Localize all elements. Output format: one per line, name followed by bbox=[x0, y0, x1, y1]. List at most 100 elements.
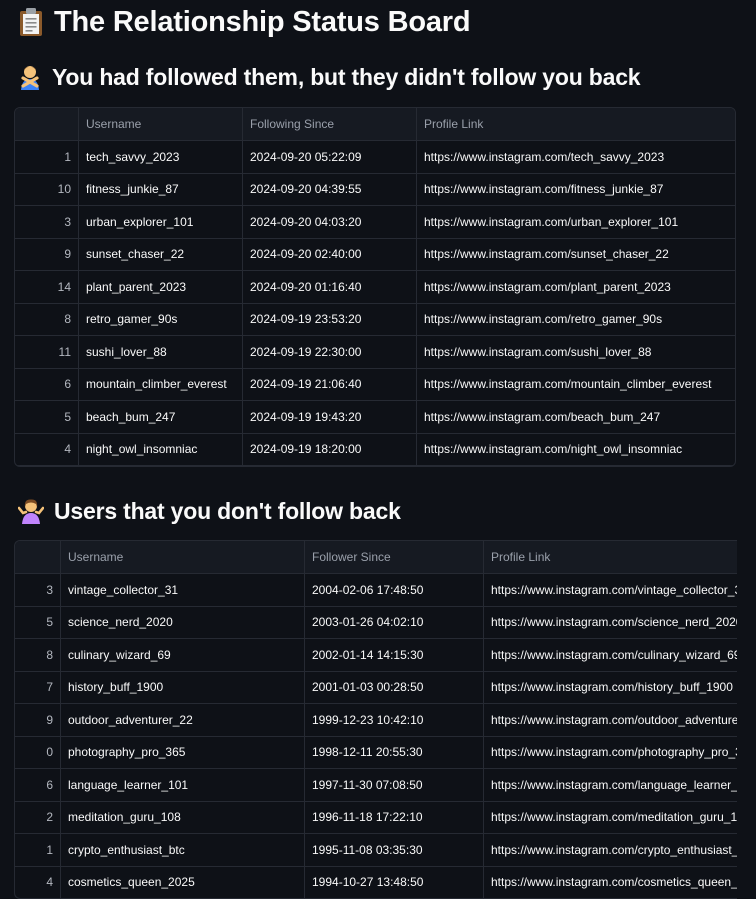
date-cell[interactable]: 2024-09-20 05:22:09 bbox=[243, 141, 417, 173]
username-cell[interactable]: urban_explorer_101 bbox=[79, 206, 243, 238]
table-row[interactable]: 14plant_parent_20232024-09-20 01:16:40ht… bbox=[15, 271, 735, 304]
column-header-index bbox=[15, 108, 79, 140]
date-cell[interactable]: 2001-01-03 00:28:50 bbox=[305, 672, 484, 704]
row-index: 6 bbox=[15, 369, 79, 401]
username-cell[interactable]: photography_pro_365 bbox=[61, 737, 305, 769]
username-cell[interactable]: beach_bum_247 bbox=[79, 401, 243, 433]
date-cell[interactable]: 2024-09-20 04:39:55 bbox=[243, 174, 417, 206]
not-followed-back-table[interactable]: Username Follower Since Profile Link 3vi… bbox=[14, 540, 737, 899]
profile-link-cell[interactable]: https://www.instagram.com/urban_explorer… bbox=[417, 206, 735, 238]
table-row[interactable]: 8culinary_wizard_692002-01-14 14:15:30ht… bbox=[15, 639, 737, 672]
table-row[interactable]: 6language_learner_1011997-11-30 07:08:50… bbox=[15, 769, 737, 802]
profile-link-cell[interactable]: https://www.instagram.com/sushi_lover_88 bbox=[417, 336, 735, 368]
table-row[interactable]: 5science_nerd_20202003-01-26 04:02:10htt… bbox=[15, 607, 737, 640]
date-cell[interactable]: 2024-09-20 04:03:20 bbox=[243, 206, 417, 238]
date-cell[interactable]: 1996-11-18 17:22:10 bbox=[305, 802, 484, 834]
table-row[interactable]: 8retro_gamer_90s2024-09-19 23:53:20https… bbox=[15, 304, 735, 337]
username-cell[interactable]: science_nerd_2020 bbox=[61, 607, 305, 639]
date-cell[interactable]: 2024-09-19 21:06:40 bbox=[243, 369, 417, 401]
row-index: 10 bbox=[15, 174, 79, 206]
column-header-username[interactable]: Username bbox=[79, 108, 243, 140]
profile-link-cell[interactable]: https://www.instagram.com/night_owl_inso… bbox=[417, 434, 735, 466]
profile-link-cell[interactable]: https://www.instagram.com/mountain_climb… bbox=[417, 369, 735, 401]
date-cell[interactable]: 2024-09-19 23:53:20 bbox=[243, 304, 417, 336]
table-row[interactable]: 11sushi_lover_882024-09-19 22:30:00https… bbox=[15, 336, 735, 369]
username-cell[interactable]: sunset_chaser_22 bbox=[79, 239, 243, 271]
table-header-row: Username Follower Since Profile Link bbox=[15, 541, 737, 574]
profile-link-cell[interactable]: https://www.instagram.com/cosmetics_quee… bbox=[484, 867, 737, 899]
not-following-back-table[interactable]: Username Following Since Profile Link 1t… bbox=[14, 107, 736, 467]
profile-link-cell[interactable]: https://www.instagram.com/sunset_chaser_… bbox=[417, 239, 735, 271]
profile-link-cell[interactable]: https://www.instagram.com/retro_gamer_90… bbox=[417, 304, 735, 336]
section-heading-not-following-back: You had followed them, but they didn't f… bbox=[18, 62, 640, 92]
date-cell[interactable]: 1994-10-27 13:48:50 bbox=[305, 867, 484, 899]
column-header-username[interactable]: Username bbox=[61, 541, 305, 573]
date-cell[interactable]: 2004-02-06 17:48:50 bbox=[305, 574, 484, 606]
profile-link-cell[interactable]: https://www.instagram.com/history_buff_1… bbox=[484, 672, 737, 704]
date-cell[interactable]: 2024-09-20 02:40:00 bbox=[243, 239, 417, 271]
profile-link-cell[interactable]: https://www.instagram.com/meditation_gur… bbox=[484, 802, 737, 834]
date-cell[interactable]: 2024-09-20 01:16:40 bbox=[243, 271, 417, 303]
profile-link-cell[interactable]: https://www.instagram.com/fitness_junkie… bbox=[417, 174, 735, 206]
date-cell[interactable]: 2024-09-19 19:43:20 bbox=[243, 401, 417, 433]
date-cell[interactable]: 1999-12-23 10:42:10 bbox=[305, 704, 484, 736]
column-header-profile-link[interactable]: Profile Link bbox=[484, 541, 737, 573]
column-header-following-since[interactable]: Following Since bbox=[243, 108, 417, 140]
profile-link-cell[interactable]: https://www.instagram.com/vintage_collec… bbox=[484, 574, 737, 606]
profile-link-cell[interactable]: https://www.instagram.com/language_learn… bbox=[484, 769, 737, 801]
username-cell[interactable]: outdoor_adventurer_22 bbox=[61, 704, 305, 736]
date-cell[interactable]: 1997-11-30 07:08:50 bbox=[305, 769, 484, 801]
date-cell[interactable]: 1998-12-11 20:55:30 bbox=[305, 737, 484, 769]
username-cell[interactable]: culinary_wizard_69 bbox=[61, 639, 305, 671]
table-row[interactable]: 3urban_explorer_1012024-09-20 04:03:20ht… bbox=[15, 206, 735, 239]
username-cell[interactable]: cosmetics_queen_2025 bbox=[61, 867, 305, 899]
table-row[interactable]: 3vintage_collector_312004-02-06 17:48:50… bbox=[15, 574, 737, 607]
date-cell[interactable]: 1995-11-08 03:35:30 bbox=[305, 834, 484, 866]
row-index: 14 bbox=[15, 271, 79, 303]
column-header-follower-since[interactable]: Follower Since bbox=[305, 541, 484, 573]
table-row[interactable]: 2meditation_guru_1081996-11-18 17:22:10h… bbox=[15, 802, 737, 835]
username-cell[interactable]: history_buff_1900 bbox=[61, 672, 305, 704]
profile-link-cell[interactable]: https://www.instagram.com/tech_savvy_202… bbox=[417, 141, 735, 173]
date-cell[interactable]: 2024-09-19 22:30:00 bbox=[243, 336, 417, 368]
username-cell[interactable]: mountain_climber_everest bbox=[79, 369, 243, 401]
row-index: 0 bbox=[15, 737, 61, 769]
profile-link-cell[interactable]: https://www.instagram.com/plant_parent_2… bbox=[417, 271, 735, 303]
profile-link-cell[interactable]: https://www.instagram.com/outdoor_advent… bbox=[484, 704, 737, 736]
person-gesturing-no-icon bbox=[18, 64, 42, 90]
profile-link-cell[interactable]: https://www.instagram.com/photography_pr… bbox=[484, 737, 737, 769]
username-cell[interactable]: vintage_collector_31 bbox=[61, 574, 305, 606]
table-row[interactable]: 4night_owl_insomniac2024-09-19 18:20:00h… bbox=[15, 434, 735, 467]
table-row[interactable]: 9outdoor_adventurer_221999-12-23 10:42:1… bbox=[15, 704, 737, 737]
table-row[interactable]: 9sunset_chaser_222024-09-20 02:40:00http… bbox=[15, 239, 735, 272]
username-cell[interactable]: meditation_guru_108 bbox=[61, 802, 305, 834]
username-cell[interactable]: crypto_enthusiast_btc bbox=[61, 834, 305, 866]
row-index: 3 bbox=[15, 206, 79, 238]
date-cell[interactable]: 2003-01-26 04:02:10 bbox=[305, 607, 484, 639]
row-index: 11 bbox=[15, 336, 79, 368]
date-cell[interactable]: 2002-01-14 14:15:30 bbox=[305, 639, 484, 671]
table-row[interactable]: 6mountain_climber_everest2024-09-19 21:0… bbox=[15, 369, 735, 402]
table-row[interactable]: 10fitness_junkie_872024-09-20 04:39:55ht… bbox=[15, 174, 735, 207]
table-row[interactable]: 0photography_pro_3651998-12-11 20:55:30h… bbox=[15, 737, 737, 770]
profile-link-cell[interactable]: https://www.instagram.com/crypto_enthusi… bbox=[484, 834, 737, 866]
table-row[interactable]: 1tech_savvy_20232024-09-20 05:22:09https… bbox=[15, 141, 735, 174]
row-index: 1 bbox=[15, 834, 61, 866]
username-cell[interactable]: fitness_junkie_87 bbox=[79, 174, 243, 206]
profile-link-cell[interactable]: https://www.instagram.com/beach_bum_247 bbox=[417, 401, 735, 433]
table-row[interactable]: 1crypto_enthusiast_btc1995-11-08 03:35:3… bbox=[15, 834, 737, 867]
username-cell[interactable]: sushi_lover_88 bbox=[79, 336, 243, 368]
profile-link-cell[interactable]: https://www.instagram.com/science_nerd_2… bbox=[484, 607, 737, 639]
table-row[interactable]: 4cosmetics_queen_20251994-10-27 13:48:50… bbox=[15, 867, 737, 899]
username-cell[interactable]: retro_gamer_90s bbox=[79, 304, 243, 336]
username-cell[interactable]: language_learner_101 bbox=[61, 769, 305, 801]
profile-link-cell[interactable]: https://www.instagram.com/culinary_wizar… bbox=[484, 639, 737, 671]
username-cell[interactable]: tech_savvy_2023 bbox=[79, 141, 243, 173]
table-row[interactable]: 5beach_bum_2472024-09-19 19:43:20https:/… bbox=[15, 401, 735, 434]
username-cell[interactable]: night_owl_insomniac bbox=[79, 434, 243, 466]
person-shrugging-icon bbox=[18, 498, 44, 524]
table-row[interactable]: 7history_buff_19002001-01-03 00:28:50htt… bbox=[15, 672, 737, 705]
column-header-profile-link[interactable]: Profile Link bbox=[417, 108, 735, 140]
date-cell[interactable]: 2024-09-19 18:20:00 bbox=[243, 434, 417, 466]
username-cell[interactable]: plant_parent_2023 bbox=[79, 271, 243, 303]
